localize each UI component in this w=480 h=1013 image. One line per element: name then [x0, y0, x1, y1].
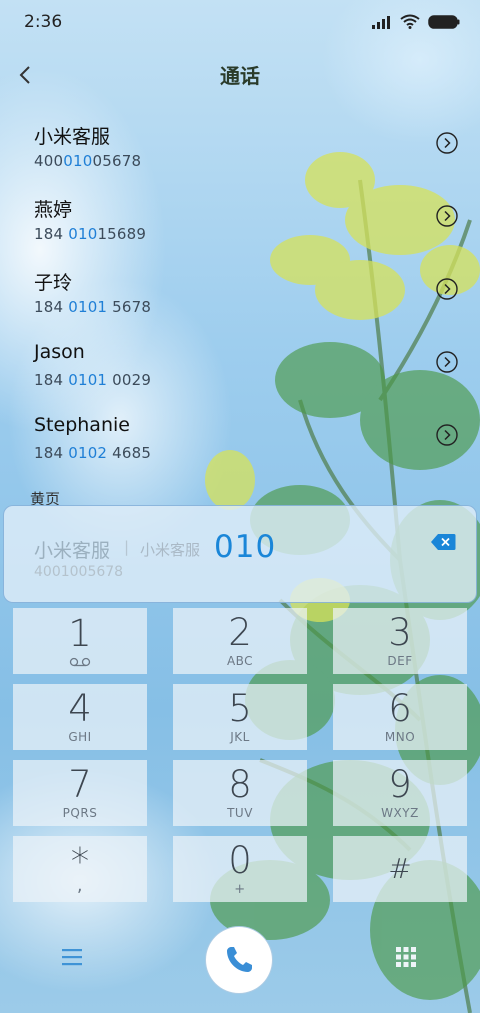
list-item[interactable]: Stephanie 184 0102 4685 — [0, 400, 480, 473]
key-hash[interactable]: # — [333, 836, 467, 902]
match-separator: | — [124, 538, 130, 556]
contact-name: Stephanie — [34, 414, 130, 436]
key-1[interactable]: 1 — [13, 608, 147, 674]
call-button[interactable] — [205, 926, 273, 994]
status-bar: 2:36 — [0, 0, 480, 44]
list-item[interactable]: 燕婷 184 01015689 — [0, 181, 480, 254]
key-2[interactable]: 2 ABC — [173, 608, 307, 674]
key-digit: 5 — [228, 687, 252, 730]
contact-number: 184 0101 5678 — [34, 298, 152, 316]
key-digit: 2 — [228, 611, 252, 654]
key-8[interactable]: 8 TUV — [173, 760, 307, 826]
match-name: 小米客服 — [34, 540, 111, 562]
key-star[interactable]: * , — [13, 836, 147, 902]
key-digit: 4 — [68, 687, 92, 730]
key-digit: 1 — [68, 612, 92, 655]
key-digit: 0 — [228, 838, 252, 882]
key-letters: WXYZ — [381, 806, 419, 820]
contact-name: 小米客服 — [34, 126, 111, 148]
key-letters: MNO — [384, 730, 416, 744]
bottom-bar — [0, 920, 480, 1013]
key-letters: TUV — [227, 806, 253, 820]
wifi-icon — [400, 14, 420, 29]
key-5[interactable]: 5 JKL — [173, 684, 307, 750]
status-time: 2:36 — [24, 12, 63, 32]
contact-list: 小米客服 40001005678 燕婷 184 01015689 子玲 184 … — [0, 108, 480, 473]
key-4[interactable]: 4 GHI — [13, 684, 147, 750]
key-letters: , — [76, 874, 84, 896]
key-digit: # — [388, 852, 412, 885]
page-title: 通话 — [220, 64, 260, 88]
signal-icon — [372, 15, 390, 29]
contact-name: 子玲 — [34, 272, 73, 294]
contact-number: 184 0102 4685 — [34, 444, 152, 462]
chevron-right-circle-icon[interactable] — [436, 424, 458, 446]
contact-name: Jason — [34, 341, 85, 363]
phone-icon — [227, 947, 252, 972]
key-9[interactable]: 9 WXYZ — [333, 760, 467, 826]
status-icons — [372, 14, 460, 29]
list-item[interactable]: Jason 184 0101 0029 — [0, 327, 480, 400]
contact-number: 40001005678 — [34, 152, 142, 170]
key-6[interactable]: 6 MNO — [333, 684, 467, 750]
chevron-right-circle-icon[interactable] — [436, 351, 458, 373]
key-letters: ABC — [226, 654, 254, 668]
battery-icon — [428, 14, 460, 29]
key-digit: 7 — [68, 763, 92, 806]
chevron-right-circle-icon[interactable] — [436, 205, 458, 227]
key-0[interactable]: 0 + — [173, 836, 307, 902]
backspace-icon[interactable] — [430, 533, 456, 551]
list-item[interactable]: 子玲 184 0101 5678 — [0, 254, 480, 327]
match-number: 4001005678 — [34, 564, 124, 580]
list-item[interactable]: 小米客服 40001005678 — [0, 108, 480, 181]
contact-name: 燕婷 — [34, 199, 73, 221]
key-digit: 6 — [388, 687, 412, 730]
key-letters: DEF — [387, 654, 413, 668]
key-digit: 9 — [388, 763, 412, 806]
dial-input[interactable]: 010 — [214, 529, 276, 565]
key-digit: 8 — [228, 763, 252, 806]
key-7[interactable]: 7 PQRS — [13, 760, 147, 826]
contact-number: 184 01015689 — [34, 225, 147, 243]
key-letters: + — [234, 881, 246, 897]
match-source: 小米客服 — [140, 541, 201, 559]
key-letters: PQRS — [62, 806, 98, 820]
key-letters: GHI — [68, 730, 92, 744]
dialpad-icon[interactable] — [395, 946, 417, 968]
key-letters: JKL — [230, 730, 250, 744]
chevron-right-circle-icon[interactable] — [436, 132, 458, 154]
voicemail-icon — [69, 657, 91, 667]
key-3[interactable]: 3 DEF — [333, 608, 467, 674]
search-result-panel[interactable]: 小米客服 | 小米客服 010 4001005678 — [3, 505, 477, 603]
header: 通话 — [0, 48, 480, 102]
key-digit: 3 — [388, 611, 412, 654]
chevron-right-circle-icon[interactable] — [436, 278, 458, 300]
menu-icon[interactable] — [60, 946, 86, 968]
contact-number: 184 0101 0029 — [34, 371, 152, 389]
